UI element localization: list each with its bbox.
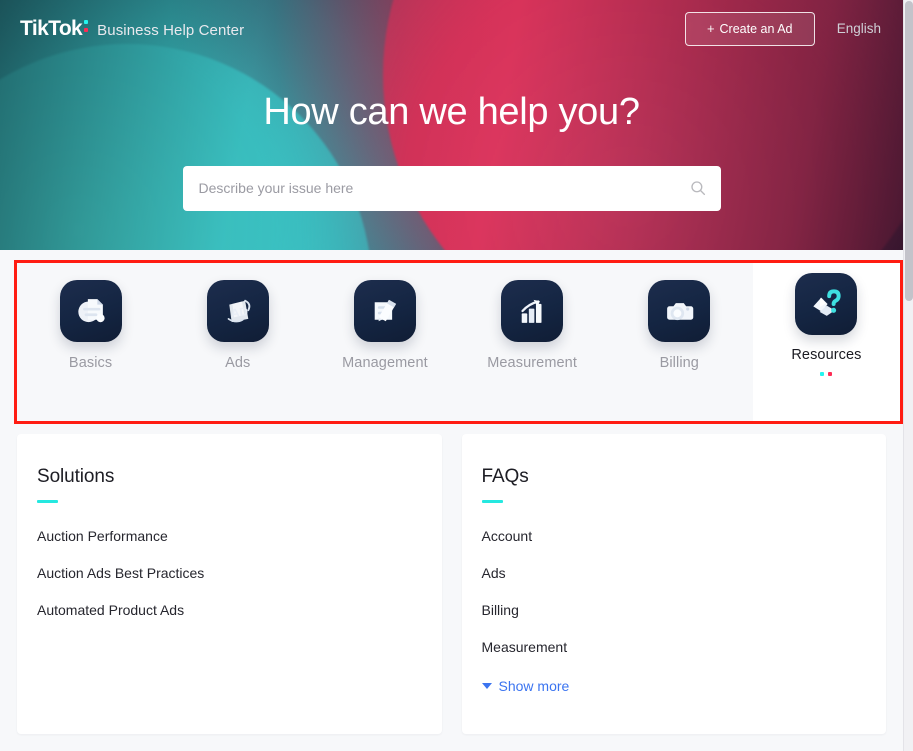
top-bar-actions: + Create an Ad English <box>684 11 885 46</box>
solutions-panel: Solutions Auction Performance Auction Ad… <box>17 434 442 734</box>
list-item[interactable]: Measurement <box>482 639 867 655</box>
search-bar[interactable] <box>182 165 721 211</box>
camera-icon <box>648 280 711 342</box>
bar-chart-icon <box>501 280 564 342</box>
faqs-panel: FAQs Account Ads Billing Measurement Sho… <box>461 434 886 734</box>
list-item[interactable]: Billing <box>482 602 867 618</box>
list-item[interactable]: Auction Ads Best Practices <box>37 565 422 581</box>
category-strip-section: Basics AD Ads Management Measurement Bil… <box>0 250 903 434</box>
panel-title: Solutions <box>37 466 115 487</box>
ads-icon: AD <box>206 280 269 342</box>
category-label: Basics <box>68 355 113 371</box>
search-input[interactable] <box>198 180 689 197</box>
list-item[interactable]: Account <box>482 528 867 544</box>
language-selector[interactable]: English <box>837 21 885 36</box>
edit-doc-icon-glyph <box>374 299 397 322</box>
question-icon <box>795 273 858 335</box>
show-more-button[interactable]: Show more <box>481 678 570 694</box>
show-more-label: Show more <box>498 678 570 694</box>
category-label: Measurement <box>487 355 577 371</box>
category-item-resources[interactable]: Resources <box>752 263 901 421</box>
faqs-list: Account Ads Billing Measurement <box>482 528 867 655</box>
category-item-management[interactable]: Management <box>311 263 458 421</box>
bar-chart-icon-glyph <box>521 299 542 323</box>
search-icon[interactable] <box>689 179 707 197</box>
scrollbar-thumb[interactable] <box>905 1 913 301</box>
category-label: Management <box>342 355 428 371</box>
content-panels: Solutions Auction Performance Auction Ad… <box>0 434 903 734</box>
edit-doc-icon <box>353 280 416 342</box>
category-label: Billing <box>659 355 699 371</box>
top-navigation-bar: TikTok Business Help Center + Create an … <box>0 0 903 57</box>
document-icon <box>59 280 122 342</box>
brand-logo[interactable]: TikTok Business Help Center <box>20 17 244 41</box>
category-item-basics[interactable]: Basics <box>17 263 164 421</box>
category-item-measurement[interactable]: Measurement <box>459 263 606 421</box>
camera-icon-glyph <box>667 303 694 321</box>
active-indicator-dots <box>820 372 833 376</box>
category-label: Resources <box>791 347 862 363</box>
list-item[interactable]: Auction Performance <box>37 528 422 544</box>
panel-title: FAQs <box>481 466 529 487</box>
ads-icon-glyph: AD <box>227 299 251 323</box>
category-item-billing[interactable]: Billing <box>606 263 753 421</box>
category-label: Ads <box>225 355 251 371</box>
chevron-down-icon <box>481 683 492 689</box>
create-an-ad-label: Create an Ad <box>719 21 793 36</box>
brand-colon-icon <box>83 17 92 34</box>
category-strip: Basics AD Ads Management Measurement Bil… <box>17 263 901 421</box>
solutions-list: Auction Performance Auction Ads Best Pra… <box>37 528 422 618</box>
hero-banner: TikTok Business Help Center + Create an … <box>0 0 903 250</box>
plus-icon: + <box>706 21 715 36</box>
question-icon-glyph <box>813 289 842 316</box>
document-icon-glyph <box>77 299 105 323</box>
list-item[interactable]: Ads <box>482 565 867 581</box>
page-root: TikTok Business Help Center + Create an … <box>0 0 913 751</box>
create-an-ad-button[interactable]: + Create an Ad <box>684 11 815 46</box>
category-item-ads[interactable]: AD Ads <box>164 263 311 421</box>
list-item[interactable]: Automated Product Ads <box>37 602 422 618</box>
brand-name-tiktok: TikTok <box>20 16 83 40</box>
page-scrollbar[interactable] <box>903 0 913 751</box>
svg-text:AD: AD <box>230 304 249 320</box>
panel-accent-rule <box>481 500 503 503</box>
brand-subtitle: Business Help Center <box>97 21 245 39</box>
hero-title: How can we help you? <box>263 91 640 133</box>
panel-accent-rule <box>37 500 58 503</box>
